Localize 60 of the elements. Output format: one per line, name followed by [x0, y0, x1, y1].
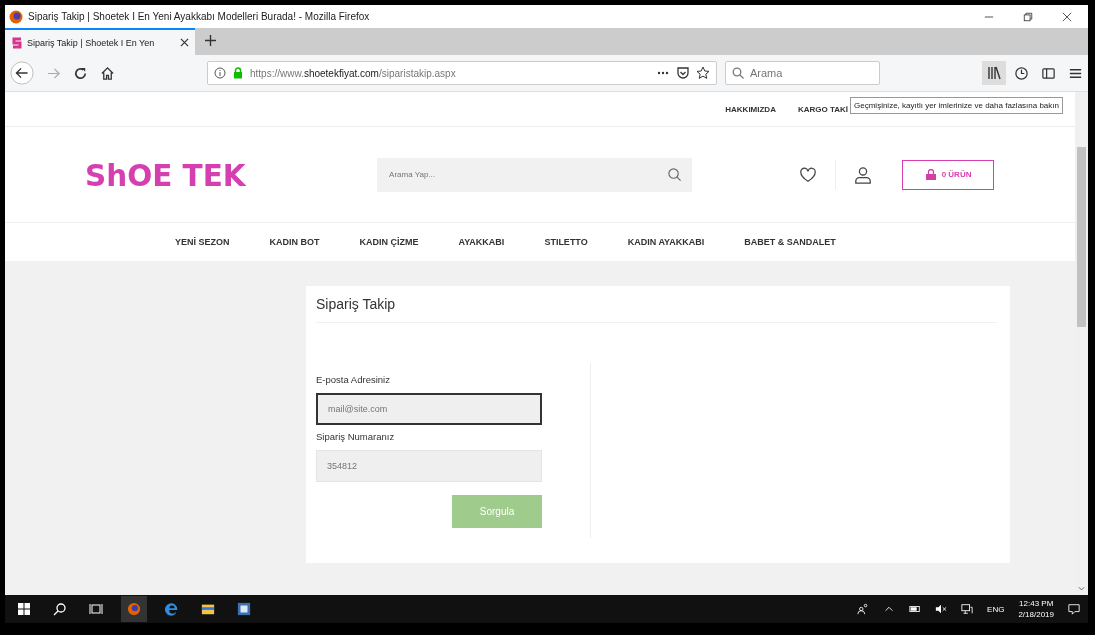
lock-icon	[232, 67, 244, 79]
bag-icon	[924, 168, 937, 181]
top-link[interactable]: HAKKIMIZDA	[725, 104, 776, 114]
language-indicator[interactable]: ENG	[987, 604, 1005, 614]
clock-date[interactable]: 2/18/2019	[1018, 609, 1054, 620]
notification-icon[interactable]	[1068, 603, 1080, 615]
windows-icon[interactable]	[17, 602, 31, 616]
menu-item[interactable]: KADIN BOT	[269, 237, 320, 247]
clock-time[interactable]: 12:43 PM	[1019, 598, 1054, 609]
clock-icon[interactable]	[1014, 65, 1029, 81]
scrollbar-thumb[interactable]	[1077, 147, 1086, 327]
field-label: Sipariş Numaranız	[316, 431, 396, 442]
form-title: Sipariş Takip	[316, 296, 997, 323]
top-link[interactable]: KARGO TAKİ	[797, 104, 848, 114]
home-icon[interactable]	[100, 65, 115, 81]
people-icon[interactable]	[857, 603, 870, 615]
scrollbar[interactable]	[1075, 92, 1088, 595]
library-icon[interactable]	[982, 61, 1006, 85]
scroll-down-icon[interactable]	[1078, 586, 1085, 592]
address-bar[interactable]: https://www.shoetekfiyat.com/siparistakip.aspx	[207, 61, 717, 85]
cart-button[interactable]: 0 ÜRÜN	[902, 159, 995, 190]
back-icon[interactable]	[10, 61, 34, 85]
menu-item[interactable]: KADIN ÇİZME	[359, 237, 419, 247]
menu-item[interactable]: YENİ SEZON	[175, 237, 230, 247]
reload-icon[interactable]	[73, 65, 88, 81]
network-icon[interactable]	[961, 603, 974, 615]
menu-item[interactable]: KADIN AYAKKABI	[627, 237, 705, 247]
search-field[interactable]: Arama	[725, 61, 880, 85]
star-icon[interactable]	[696, 66, 710, 80]
pocket-icon[interactable]	[676, 66, 690, 80]
menu-item[interactable]: AYAKKABI	[458, 237, 505, 247]
new-tab-icon[interactable]	[205, 35, 216, 46]
tooltip: Geçmişinize, kayıtlı yer imlerinize ve daha fazlasına bakın	[850, 97, 1063, 114]
search-icon	[732, 67, 744, 79]
speaker-muted-icon[interactable]	[935, 603, 948, 615]
heart-icon[interactable]	[799, 165, 818, 184]
edge-icon[interactable]	[165, 602, 179, 616]
browser-logo-icon	[9, 9, 23, 24]
user-icon[interactable]	[854, 165, 873, 184]
browser-tab[interactable]: Sipariş Takip | Shoetek I En Yen	[5, 28, 195, 55]
logo[interactable]: ShOE TEK	[85, 156, 246, 193]
search-icon[interactable]	[53, 602, 67, 616]
sidebar-icon[interactable]	[1041, 65, 1056, 81]
battery-icon[interactable]	[909, 603, 922, 615]
site-logo-icon	[11, 36, 23, 49]
field-label: E-posta Adresiniz	[316, 374, 391, 385]
restore-icon[interactable]	[1023, 11, 1033, 22]
folder-icon[interactable]	[201, 602, 215, 616]
browser-logo-icon[interactable]	[121, 596, 147, 622]
input-field[interactable]: mail@site.com	[316, 393, 542, 425]
close-icon[interactable]	[1062, 11, 1072, 22]
close-icon[interactable]	[180, 38, 189, 47]
url-text: https://www.shoetekfiyat.com/siparistakip.aspx	[250, 67, 456, 79]
task-view-icon[interactable]	[89, 602, 103, 616]
menu-item[interactable]: STILETTO	[544, 237, 588, 247]
search-field[interactable]: Arama Yap...	[377, 157, 693, 192]
app-icon[interactable]	[237, 602, 251, 616]
info-icon	[214, 67, 226, 79]
menu-item[interactable]: BABET & SANDALET	[744, 237, 836, 247]
window-title: Sipariş Takip | Shoetek I En Yeni Ayakkabı Modelleri Burada! - Mozilla Firefox	[28, 11, 370, 22]
